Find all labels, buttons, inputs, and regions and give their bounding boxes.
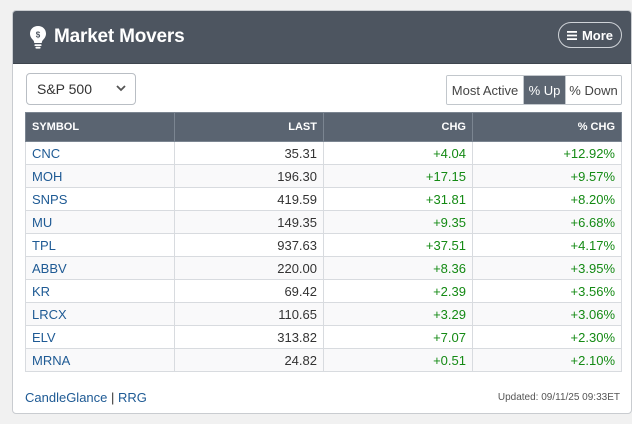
percent-change: +3.56%: [472, 279, 622, 303]
last-price: 35.31: [174, 141, 324, 165]
table-row: LRCX 110.65 +3.29 +3.06%: [25, 302, 622, 326]
table-row: MRNA 24.82 +0.51 +2.10%: [25, 348, 622, 372]
percent-change: +8.20%: [472, 187, 622, 211]
change-value: +9.35: [323, 210, 473, 234]
last-price: 110.65: [174, 302, 324, 326]
svg-text:$: $: [36, 31, 41, 40]
table-row: ABBV 220.00 +8.36 +3.95%: [25, 256, 622, 280]
symbol-link[interactable]: TPL: [25, 233, 175, 257]
last-price: 220.00: [174, 256, 324, 280]
last-price: 69.42: [174, 279, 324, 303]
tab-percent-up[interactable]: % Up: [523, 76, 565, 104]
index-select-value: S&P 500: [37, 81, 93, 97]
mover-tabs: Most Active % Up % Down: [446, 75, 622, 105]
percent-change: +6.68%: [472, 210, 622, 234]
symbol-link[interactable]: CNC: [25, 141, 175, 165]
footer-links: CandleGlance | RRG: [25, 390, 147, 405]
table-body: CNC 35.31 +4.04 +12.92% MOH 196.30 +17.1…: [25, 141, 622, 372]
symbol-link[interactable]: LRCX: [25, 302, 175, 326]
percent-change: +2.30%: [472, 325, 622, 349]
more-button[interactable]: More: [558, 22, 622, 48]
change-value: +17.15: [323, 164, 473, 188]
symbol-link[interactable]: SNPS: [25, 187, 175, 211]
change-value: +7.07: [323, 325, 473, 349]
symbol-link[interactable]: MRNA: [25, 348, 175, 372]
table-row: KR 69.42 +2.39 +3.56%: [25, 279, 622, 303]
column-header-last[interactable]: LAST: [174, 112, 324, 142]
percent-change: +12.92%: [472, 141, 622, 165]
symbol-link[interactable]: MOH: [25, 164, 175, 188]
tab-percent-down[interactable]: % Down: [565, 76, 621, 104]
change-value: +31.81: [323, 187, 473, 211]
percent-change: +3.06%: [472, 302, 622, 326]
last-price: 24.82: [174, 348, 324, 372]
change-value: +2.39: [323, 279, 473, 303]
menu-icon: [566, 30, 577, 40]
change-value: +4.04: [323, 141, 473, 165]
column-header-symbol[interactable]: SYMBOL: [25, 112, 175, 142]
symbol-link[interactable]: MU: [25, 210, 175, 234]
last-price: 149.35: [174, 210, 324, 234]
index-select[interactable]: S&P 500: [26, 73, 136, 105]
table-row: MU 149.35 +9.35 +6.68%: [25, 210, 622, 234]
percent-change: +3.95%: [472, 256, 622, 280]
symbol-link[interactable]: ELV: [25, 325, 175, 349]
last-price: 419.59: [174, 187, 324, 211]
tab-most-active[interactable]: Most Active: [447, 76, 523, 104]
table-row: SNPS 419.59 +31.81 +8.20%: [25, 187, 622, 211]
symbol-link[interactable]: KR: [25, 279, 175, 303]
lightbulb-icon: $: [30, 26, 46, 49]
percent-change: +4.17%: [472, 233, 622, 257]
table-row: ELV 313.82 +7.07 +2.30%: [25, 325, 622, 349]
table-row: CNC 35.31 +4.04 +12.92%: [25, 141, 622, 165]
change-value: +3.29: [323, 302, 473, 326]
chevron-down-icon: [116, 85, 126, 92]
panel-header: $ Market Movers More: [13, 11, 631, 64]
candleglance-link[interactable]: CandleGlance: [25, 390, 107, 405]
market-movers-panel: $ Market Movers More S&P 500 Most Active…: [12, 10, 632, 414]
last-price: 937.63: [174, 233, 324, 257]
percent-change: +9.57%: [472, 164, 622, 188]
panel-title: Market Movers: [54, 26, 185, 47]
updated-timestamp: Updated: 09/11/25 09:33ET: [497, 392, 620, 403]
rrg-link[interactable]: RRG: [118, 390, 147, 405]
change-value: +37.51: [323, 233, 473, 257]
footer-separator: |: [111, 390, 115, 405]
column-header-pct-chg[interactable]: % CHG: [472, 112, 622, 142]
change-value: +8.36: [323, 256, 473, 280]
table-row: MOH 196.30 +17.15 +9.57%: [25, 164, 622, 188]
more-button-label: More: [581, 27, 614, 43]
table-header-row: SYMBOL LAST CHG % CHG: [25, 112, 622, 142]
movers-table: SYMBOL LAST CHG % CHG CNC 35.31 +4.04 +1…: [25, 112, 622, 372]
table-row: TPL 937.63 +37.51 +4.17%: [25, 233, 622, 257]
symbol-link[interactable]: ABBV: [25, 256, 175, 280]
last-price: 196.30: [174, 164, 324, 188]
percent-change: +2.10%: [472, 348, 622, 372]
last-price: 313.82: [174, 325, 324, 349]
column-header-chg[interactable]: CHG: [323, 112, 473, 142]
change-value: +0.51: [323, 348, 473, 372]
